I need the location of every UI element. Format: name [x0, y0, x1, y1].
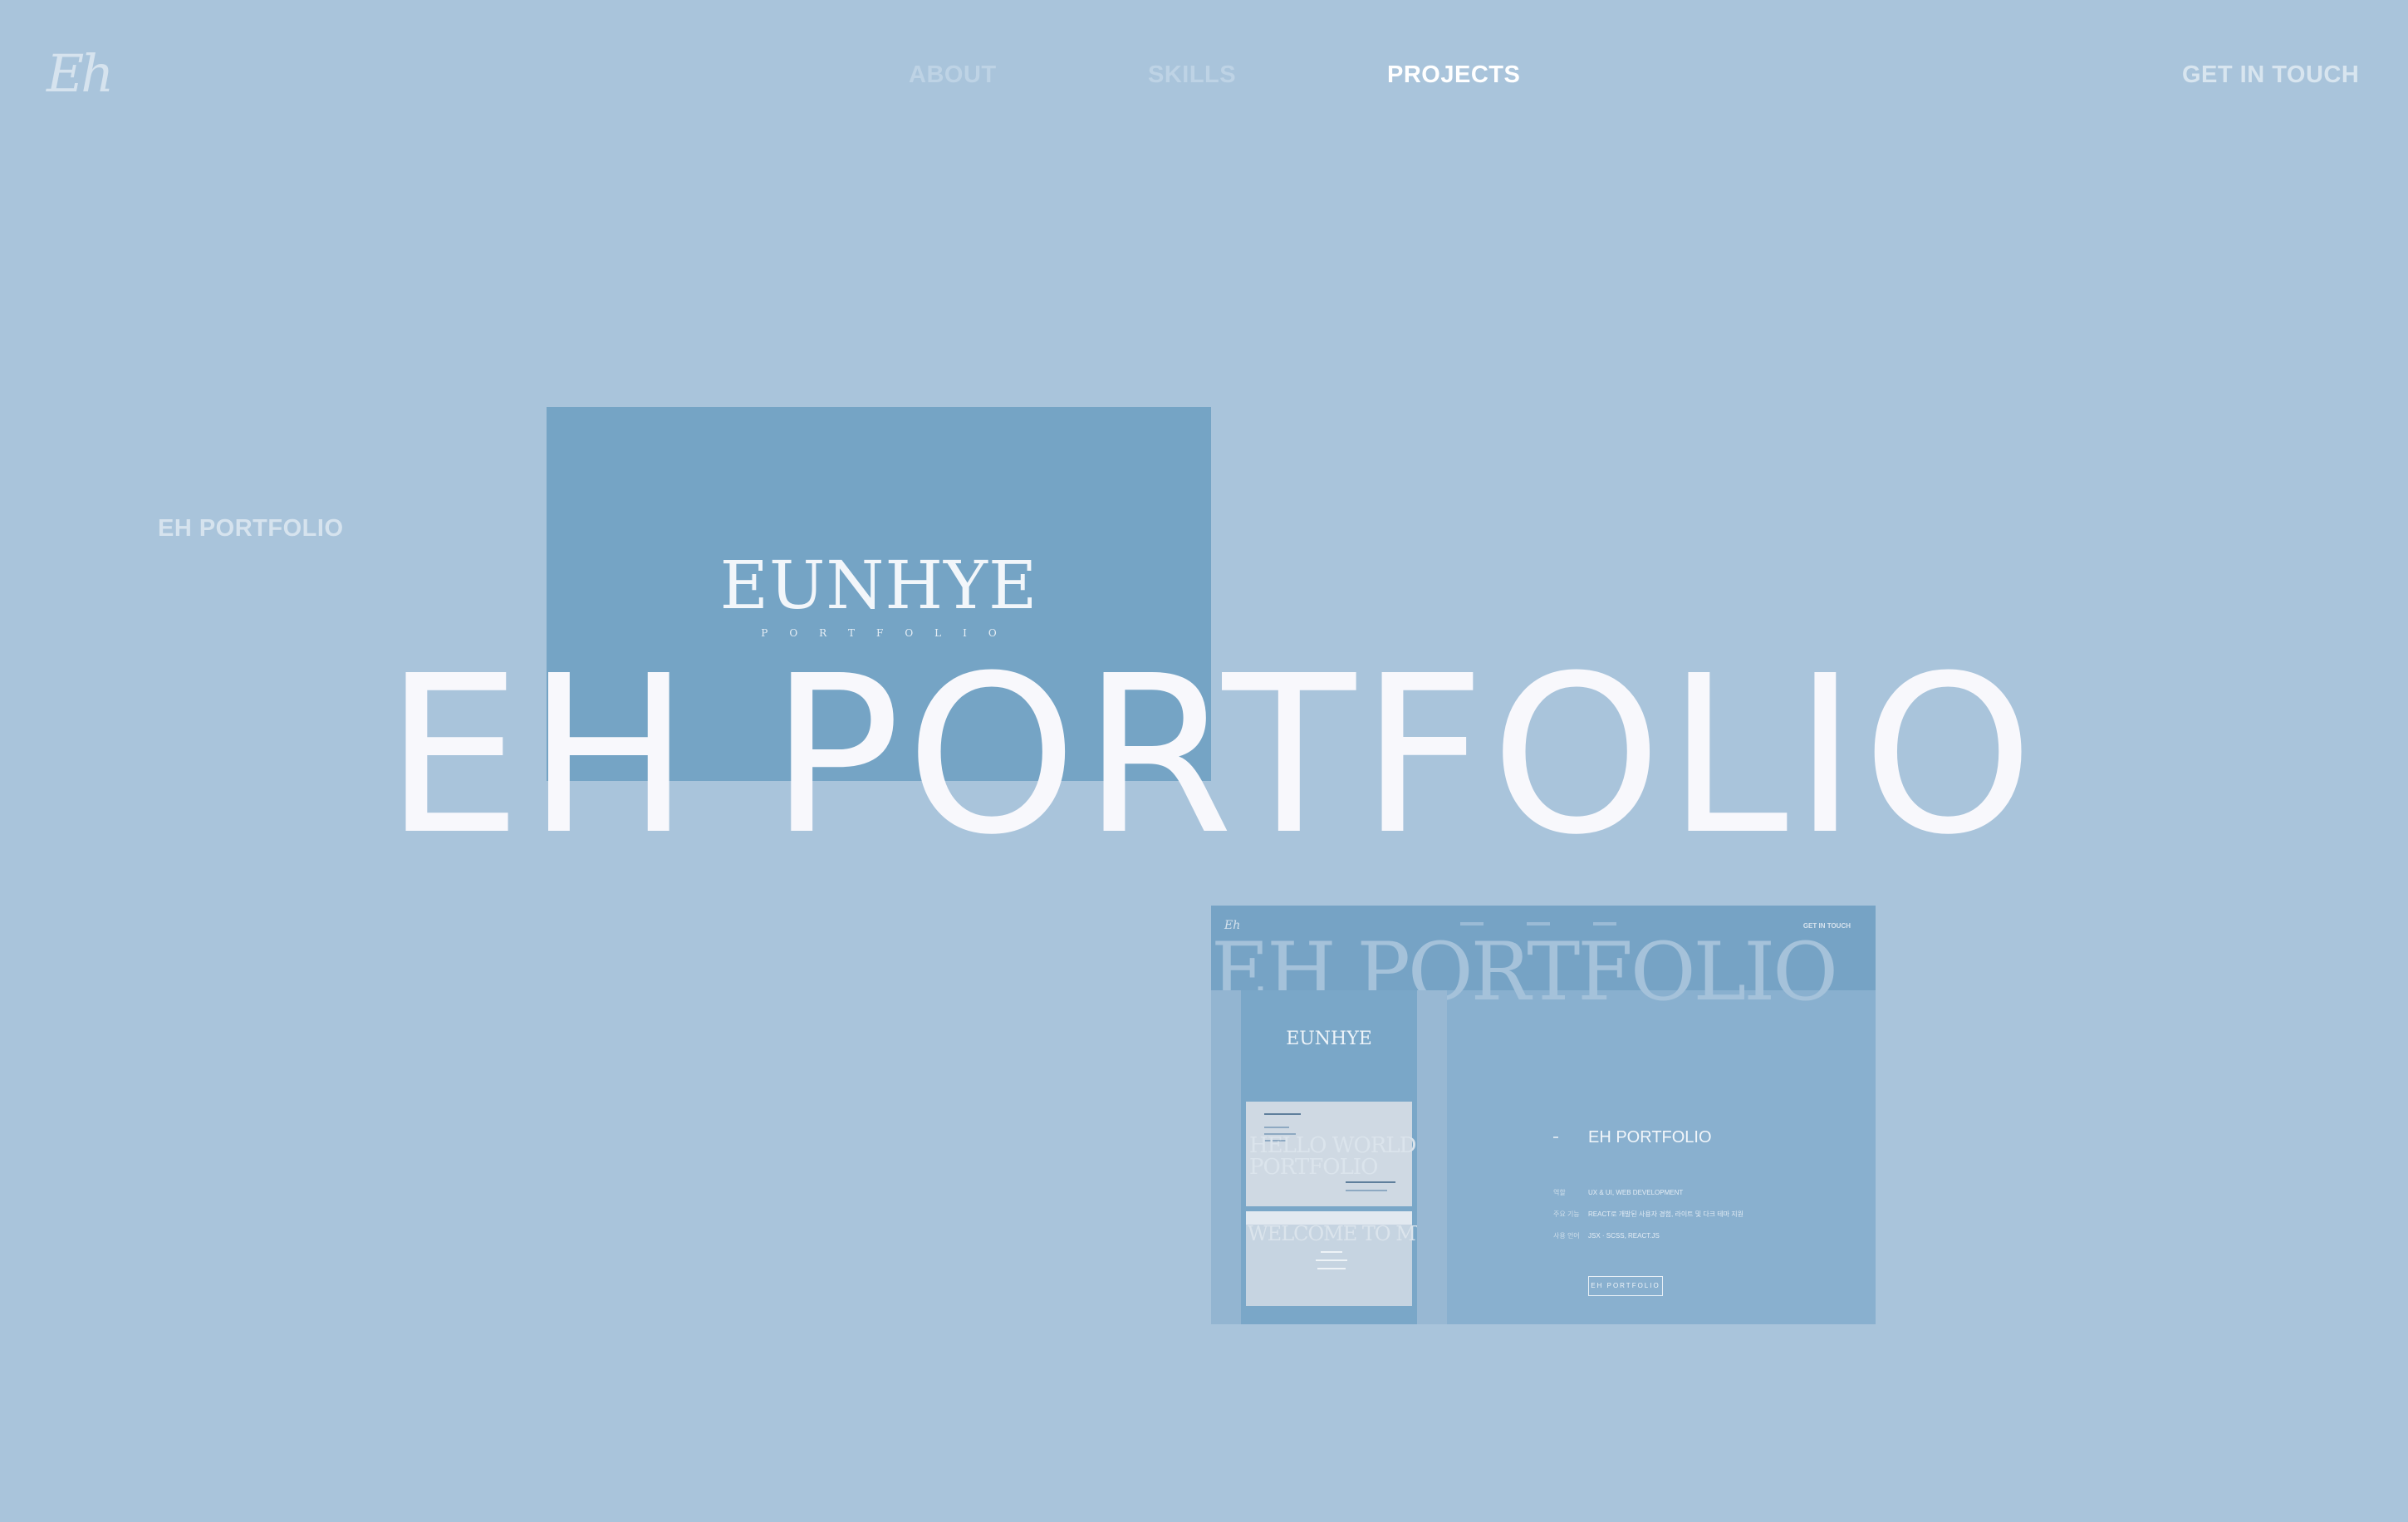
main-nav: ABOUT SKILLS PROJECTS GET IN TOUCH [0, 61, 2408, 95]
screenshot-logo: Eh [1224, 919, 1241, 932]
nav-projects[interactable]: PROJECTS [1387, 61, 1520, 89]
project-screenshot-card[interactable]: EH PORTFOLIO Eh GET IN TOUCH EUNHYE HELL… [1211, 906, 1876, 1324]
screenshot-nav [1460, 922, 1643, 927]
screenshot-info-row: 역할 UX & UI, WEB DEVELOPMENT [1553, 1189, 1684, 1196]
screenshot-header: EH PORTFOLIO Eh GET IN TOUCH [1211, 906, 1876, 1014]
nav-about[interactable]: ABOUT [909, 61, 997, 89]
screenshot-column [1211, 990, 1241, 1324]
page: Eh ABOUT SKILLS PROJECTS GET IN TOUCH EH… [0, 0, 2408, 1522]
screenshot-contact: GET IN TOUCH [1802, 922, 1851, 930]
screenshot-info-row: 주요 기능 REACT로 개발된 사용자 경험, 라이트 및 다크 테마 지원 [1553, 1210, 1743, 1218]
screenshot-divider [1417, 990, 1447, 1324]
screenshot-info-title: EH PORTFOLIO [1588, 1128, 1712, 1146]
screenshot-info-marker [1553, 1137, 1558, 1138]
card-brand-title: EUNHYE [719, 547, 1038, 624]
project-label[interactable]: EH PORTFOLIO [158, 515, 344, 543]
nav-skills[interactable]: SKILLS [1148, 61, 1236, 89]
screenshot-thumb: HELLO WORLD PORTFOLIO [1246, 1102, 1416, 1206]
screenshot-info-row: 사용 언어 JSX · SCSS, REACT.JS [1553, 1232, 1660, 1240]
screenshot-view-button: EH PORTFOLIO [1588, 1276, 1663, 1296]
screenshot-phone-preview: EUNHYE HELLO WORLD PORTFOLIO WELCOME TO M… [1241, 990, 1429, 1324]
get-in-touch-link[interactable]: GET IN TOUCH [2182, 61, 2359, 89]
screenshot-phone-brand: EUNHYE [1286, 1029, 1372, 1049]
project-title: EH PORTFOLIO [384, 629, 2039, 882]
screenshot-thumb: WELCOME TO MY [1246, 1211, 1429, 1306]
